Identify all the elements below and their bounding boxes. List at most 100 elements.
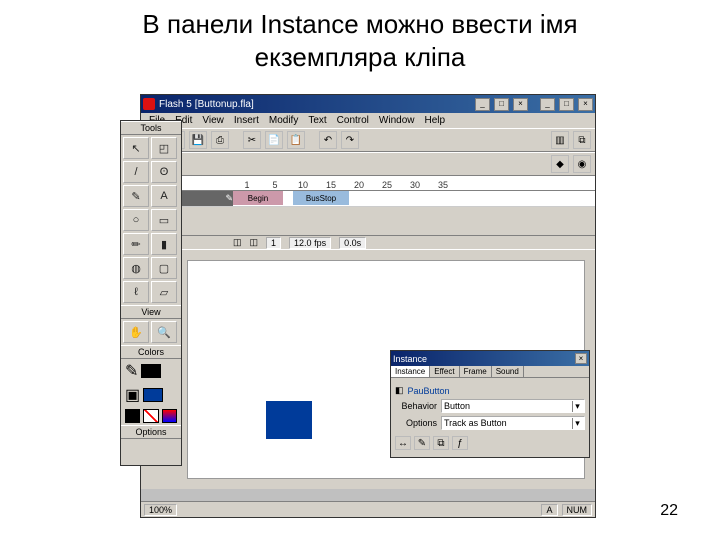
- fps-readout: 12.0 fps: [289, 237, 331, 249]
- symbol-button[interactable]: ◉: [573, 155, 591, 173]
- timeline: 1 5 10 15 20 25 30 35 ✎ Begin BusStop ◫ …: [141, 176, 595, 249]
- chevron-down-icon: ▾: [572, 418, 582, 429]
- ruler-tick: 1: [233, 180, 261, 190]
- doc-maximize-button[interactable]: □: [494, 98, 509, 111]
- timeline-status: ◫ ◫ 1 12.0 fps 0.0s: [141, 235, 595, 249]
- cut-button[interactable]: ✂: [243, 131, 261, 149]
- symbol-name[interactable]: PauButton: [408, 386, 450, 396]
- doc-close-button[interactable]: ×: [513, 98, 528, 111]
- timeline-ruler[interactable]: 1 5 10 15 20 25 30 35: [141, 177, 595, 191]
- eraser-tool[interactable]: ▱: [151, 281, 177, 303]
- scene-button[interactable]: ◆: [551, 155, 569, 173]
- sub-toolbar: ◆ ◉: [141, 152, 595, 176]
- instance-panel-title: Instance: [393, 354, 427, 364]
- rect-tool[interactable]: ▭: [151, 209, 177, 231]
- instance-panel-titlebar[interactable]: Instance ×: [391, 351, 589, 366]
- print-button[interactable]: ⎙: [211, 131, 229, 149]
- current-frame: 1: [266, 237, 281, 249]
- behavior-value: Button: [444, 401, 470, 411]
- oval-tool[interactable]: ○: [123, 209, 149, 231]
- menu-text[interactable]: Text: [304, 115, 330, 126]
- menu-window[interactable]: Window: [375, 115, 419, 126]
- ruler-tick: 15: [317, 180, 345, 190]
- selected-clip-instance[interactable]: [266, 401, 312, 439]
- tab-sound[interactable]: Sound: [492, 366, 524, 377]
- layer-frames[interactable]: Begin BusStop: [233, 191, 595, 206]
- tools-grid: ↖ ◰ / ʘ ✎ A ○ ▭ ✏ ▮ ◍ ▢ ℓ ▱: [121, 135, 181, 305]
- bucket-icon: ▣: [125, 385, 140, 405]
- menubar: File Edit View Insert Modify Text Contro…: [141, 113, 595, 128]
- chevron-down-icon: ▾: [572, 401, 582, 412]
- pen-tool[interactable]: ✎: [123, 185, 149, 207]
- default-colors-button[interactable]: [125, 409, 140, 423]
- zoom-tool[interactable]: 🔍: [151, 321, 177, 343]
- lasso-tool[interactable]: ʘ: [151, 161, 177, 183]
- menu-control[interactable]: Control: [333, 115, 373, 126]
- no-color-button[interactable]: [143, 409, 158, 423]
- tab-frame[interactable]: Frame: [460, 366, 492, 377]
- colors-label: Colors: [121, 345, 181, 359]
- movie-explorer-button[interactable]: ⧉: [573, 131, 591, 149]
- ruler-tick: 20: [345, 180, 373, 190]
- tab-instance[interactable]: Instance: [391, 366, 430, 377]
- options-label: Options: [121, 425, 181, 439]
- symbol-icon: ◧: [395, 385, 404, 396]
- ruler-tick: 30: [401, 180, 429, 190]
- behavior-dropdown[interactable]: Button ▾: [441, 399, 585, 413]
- pencil-tool[interactable]: ✏: [123, 233, 149, 255]
- swap-symbol-button[interactable]: ↔: [395, 436, 411, 450]
- titlebar[interactable]: Flash 5 [Buttonup.fla] _ □ × _ □ ×: [141, 95, 595, 113]
- tools-palette[interactable]: Tools ↖ ◰ / ʘ ✎ A ○ ▭ ✏ ▮ ◍ ▢ ℓ ▱ View ✋…: [120, 120, 182, 466]
- titlebar-app: Flash 5: [159, 99, 192, 110]
- tools-label: Tools: [121, 121, 181, 135]
- redo-button[interactable]: ↷: [341, 131, 359, 149]
- options-label: Options: [395, 418, 437, 428]
- copy-button[interactable]: 📄: [265, 131, 283, 149]
- behavior-label: Behavior: [395, 401, 437, 411]
- ink-bottle-tool[interactable]: ◍: [123, 257, 149, 279]
- onion-skin-icon[interactable]: ◫: [233, 237, 242, 248]
- instance-panel[interactable]: Instance × Instance Effect Frame Sound ◧…: [390, 350, 590, 458]
- menu-help[interactable]: Help: [421, 115, 450, 126]
- duplicate-symbol-button[interactable]: ⧉: [433, 436, 449, 450]
- fill-color-swatch[interactable]: [143, 388, 163, 402]
- subselect-tool[interactable]: ◰: [151, 137, 177, 159]
- paste-button[interactable]: 📋: [287, 131, 305, 149]
- ruler-tick: 10: [289, 180, 317, 190]
- library-button[interactable]: ▥: [551, 131, 569, 149]
- edit-symbol-button[interactable]: ✎: [414, 436, 430, 450]
- brush-tool[interactable]: ▮: [151, 233, 177, 255]
- maximize-button[interactable]: □: [559, 98, 574, 111]
- undo-button[interactable]: ↶: [319, 131, 337, 149]
- pencil-icon: ✎: [125, 361, 138, 381]
- menu-view[interactable]: View: [198, 115, 228, 126]
- tab-effect[interactable]: Effect: [430, 366, 459, 377]
- statusbar: 100% A NUM: [141, 501, 595, 517]
- menu-insert[interactable]: Insert: [230, 115, 263, 126]
- instance-panel-tabs: Instance Effect Frame Sound: [391, 366, 589, 378]
- frame-label-busstop[interactable]: BusStop: [293, 191, 349, 205]
- onion-skin-icon[interactable]: ◫: [250, 237, 259, 248]
- panel-close-button[interactable]: ×: [575, 353, 587, 364]
- paint-bucket-tool[interactable]: ▢: [151, 257, 177, 279]
- save-button[interactable]: 💾: [189, 131, 207, 149]
- eyedropper-tool[interactable]: ℓ: [123, 281, 149, 303]
- layer-row[interactable]: ✎ Begin BusStop: [141, 191, 595, 207]
- text-tool[interactable]: A: [151, 185, 177, 207]
- swap-colors-button[interactable]: [162, 409, 177, 423]
- edit-actions-button[interactable]: ƒ: [452, 436, 468, 450]
- menu-modify[interactable]: Modify: [265, 115, 302, 126]
- options-dropdown[interactable]: Track as Button ▾: [441, 416, 585, 430]
- hand-tool[interactable]: ✋: [123, 321, 149, 343]
- zoom-field[interactable]: 100%: [144, 504, 177, 516]
- frame-label-begin[interactable]: Begin: [233, 191, 283, 205]
- minimize-button[interactable]: _: [540, 98, 555, 111]
- layer-pencil-icon: ✎: [225, 193, 233, 204]
- stroke-color-swatch[interactable]: [141, 364, 161, 378]
- close-button[interactable]: ×: [578, 98, 593, 111]
- line-tool[interactable]: /: [123, 161, 149, 183]
- ruler-tick: 25: [373, 180, 401, 190]
- doc-minimize-button[interactable]: _: [475, 98, 490, 111]
- ruler-tick: 5: [261, 180, 289, 190]
- arrow-tool[interactable]: ↖: [123, 137, 149, 159]
